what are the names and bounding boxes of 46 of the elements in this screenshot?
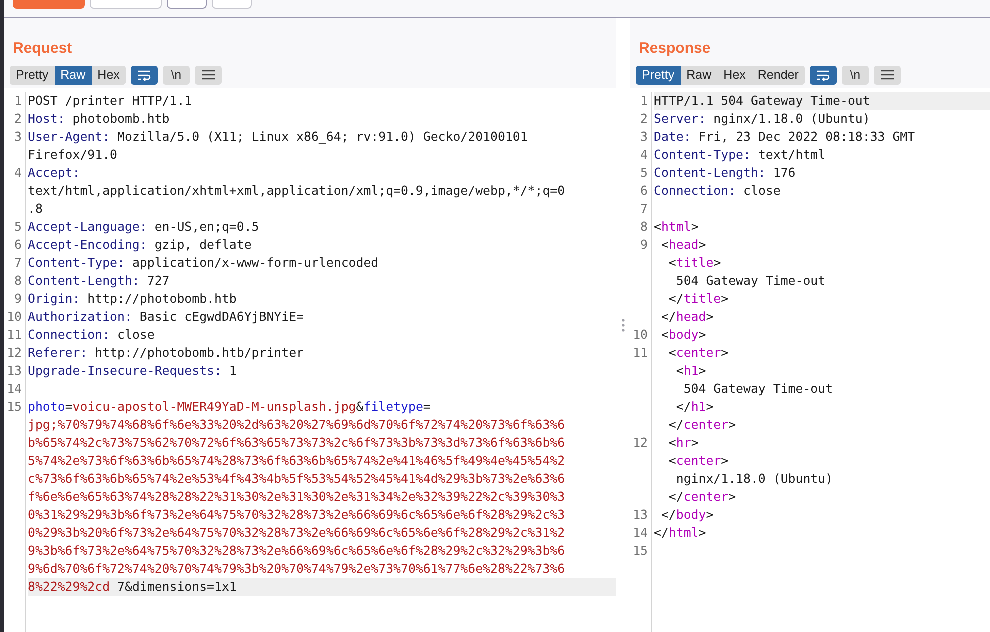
line-number: 4 [640, 147, 648, 162]
menu-button[interactable] [194, 66, 222, 84]
view-tab[interactable]: Raw [54, 66, 92, 84]
line-number: 11 [7, 327, 22, 342]
wrap-icon [137, 70, 152, 80]
line-number: 6 [640, 183, 648, 198]
line-number: 11 [633, 345, 648, 360]
wrap-toggle-button[interactable] [810, 66, 837, 84]
line-number: 8 [14, 273, 22, 288]
line-number: 1 [640, 93, 648, 108]
menu-button[interactable] [874, 66, 901, 84]
line-number: 14 [633, 525, 648, 540]
line-number: 4 [14, 165, 22, 180]
line-number: 15 [633, 543, 648, 558]
panel-title: Response [639, 41, 711, 56]
line-number: 10 [633, 327, 648, 342]
menu-icon [202, 70, 215, 80]
newline-toggle-button[interactable]: \n [162, 66, 190, 84]
line-number: 6 [14, 237, 22, 252]
line-number: 9 [640, 237, 648, 252]
line-number: 7 [640, 201, 648, 216]
line-number: 1 [14, 93, 22, 108]
line-number: 2 [640, 111, 648, 126]
line-number: 14 [7, 381, 22, 396]
line-number: 5 [14, 219, 22, 234]
line-number: 13 [633, 507, 648, 522]
line-number: 10 [7, 309, 22, 324]
line-number: 5 [640, 165, 648, 180]
line-number: 9 [14, 291, 22, 306]
line-number: 13 [7, 363, 22, 378]
line-number: 12 [633, 435, 648, 450]
line-number: 3 [14, 129, 22, 144]
line-number: 2 [14, 111, 22, 126]
line-number: 12 [7, 345, 22, 360]
line-number: 15 [7, 399, 22, 414]
splitter-handle-icon[interactable] [622, 318, 624, 332]
newline-toggle-button[interactable]: \n [842, 66, 869, 84]
wrap-toggle-button[interactable] [130, 66, 158, 84]
line-number: 3 [640, 129, 648, 144]
view-tab[interactable]: Hex [92, 66, 126, 84]
panel-title: Request [13, 41, 72, 56]
menu-icon [880, 70, 894, 80]
line-number: 8 [640, 219, 648, 234]
line-number: 7 [14, 255, 22, 270]
wrap-icon [816, 70, 830, 80]
view-tab[interactable]: Pretty [636, 66, 681, 84]
